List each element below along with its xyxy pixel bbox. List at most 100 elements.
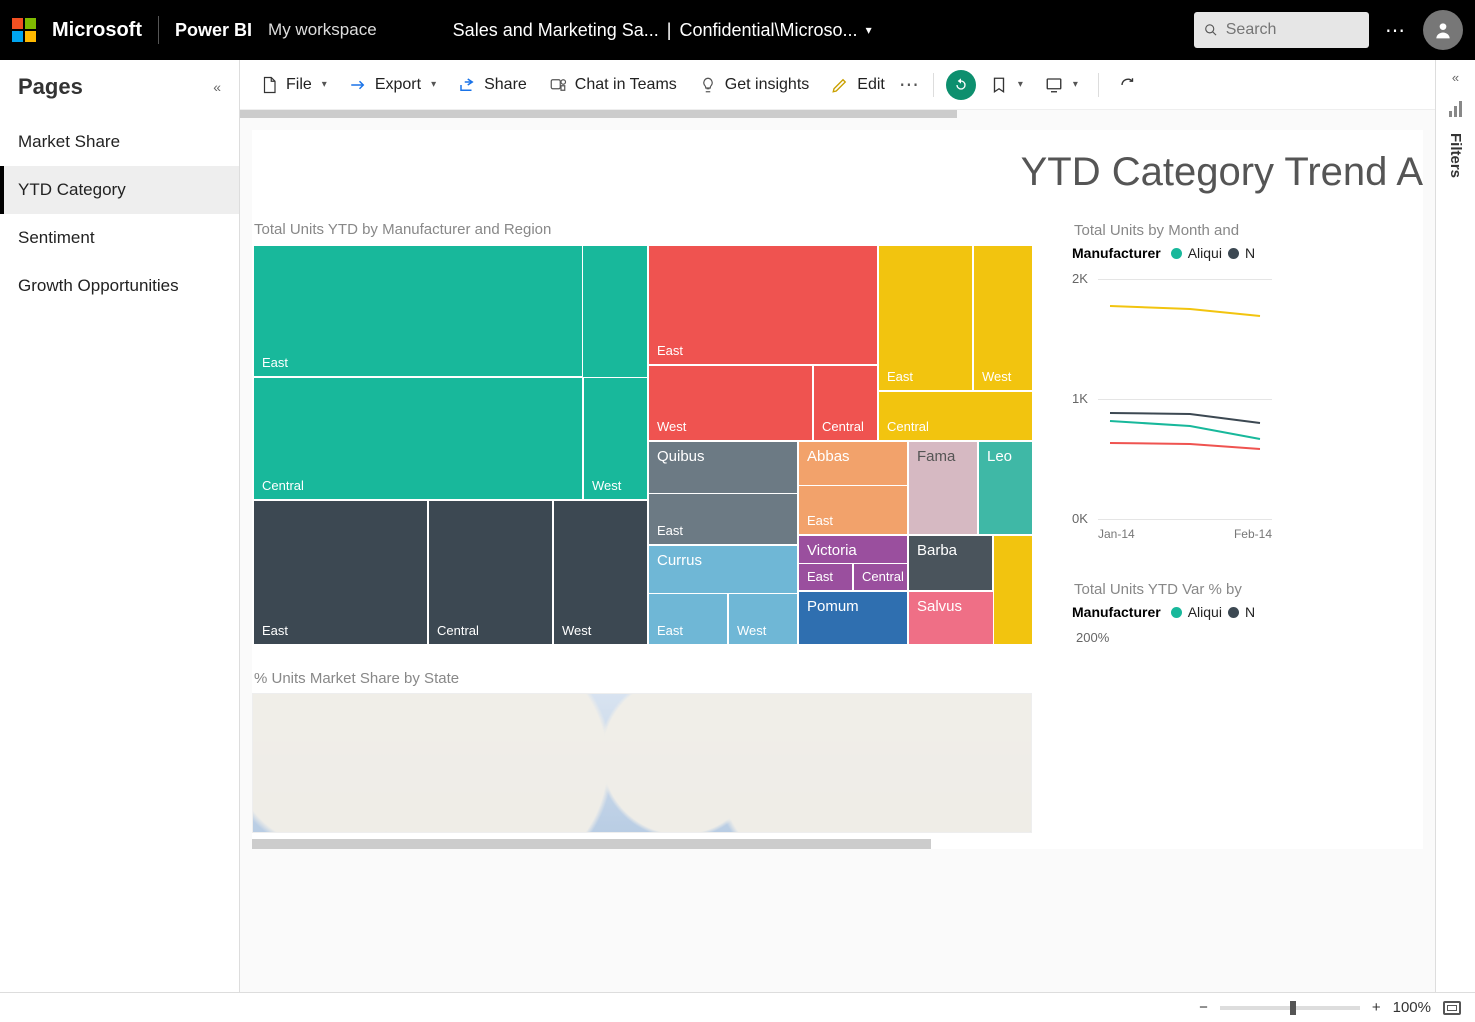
reset-button[interactable] — [946, 70, 976, 100]
report-name[interactable]: Sales and Marketing Sa... — [453, 20, 659, 41]
treemap-cell-pirum-central[interactable]: Central — [878, 391, 1033, 441]
file-label: File — [286, 76, 312, 94]
scrollbar-horizontal-bottom[interactable] — [252, 839, 931, 849]
chevron-down-icon[interactable]: ▾ — [866, 23, 872, 37]
collapse-pages-icon[interactable]: « — [213, 79, 221, 95]
refresh-button[interactable] — [1111, 70, 1145, 100]
treemap-cell-pirum-east[interactable]: East — [878, 245, 973, 391]
cell-label: West — [982, 369, 1011, 384]
treemap-cell-aliqui-west[interactable]: West — [648, 365, 813, 441]
insights-button[interactable]: Get insights — [691, 70, 817, 100]
treemap-cell-vanarsdel-central[interactable]: Central — [253, 377, 583, 500]
export-label: Export — [375, 76, 421, 94]
legend-item[interactable]: Aliqui — [1188, 604, 1222, 620]
cell-label: Central — [887, 419, 929, 434]
cell-label: West — [657, 419, 686, 434]
export-menu[interactable]: Export▾ — [341, 70, 444, 100]
treemap-cell-natura-central[interactable]: Central — [428, 500, 553, 645]
zoom-thumb[interactable] — [1290, 1001, 1296, 1015]
treemap-cell-victoria-central[interactable]: Central — [853, 563, 908, 591]
zoom-slider[interactable] — [1220, 1006, 1360, 1010]
treemap-cell-vanarsdel-east[interactable]: East — [253, 245, 583, 377]
legend-item[interactable]: N — [1245, 604, 1255, 620]
y-tick: 2K — [1072, 271, 1088, 286]
cell-label: East — [657, 343, 683, 358]
main-area: File▾ Export▾ Share Chat in Teams Get in… — [240, 60, 1435, 992]
treemap-cell-pomum[interactable]: Pomum — [798, 591, 908, 645]
edit-button[interactable]: Edit — [823, 70, 893, 100]
cell-label: Quibus — [657, 448, 705, 465]
treemap-cell-pirum-west[interactable]: West — [973, 245, 1033, 391]
cell-label: Central — [862, 569, 904, 584]
cell-label: West — [592, 478, 621, 493]
treemap-cell-natura-east[interactable]: East — [253, 500, 428, 645]
view-menu[interactable]: ▾ — [1037, 70, 1086, 100]
page-item-ytd-category[interactable]: YTD Category — [0, 166, 239, 214]
treemap-cell-barba[interactable]: Barba — [908, 535, 993, 591]
cell-label: Fama — [917, 448, 955, 465]
more-options-icon[interactable]: ⋯ — [1385, 18, 1407, 43]
cell-label: East — [807, 569, 833, 584]
zoom-level: 100% — [1393, 999, 1431, 1016]
share-button[interactable]: Share — [450, 70, 535, 100]
treemap-cell-currus-east[interactable]: East — [648, 593, 728, 645]
map-visual[interactable] — [252, 693, 1032, 833]
search-icon — [1204, 22, 1218, 38]
account-avatar[interactable] — [1423, 10, 1463, 50]
treemap-visual[interactable]: VanArsdel East Central West Natura East … — [252, 244, 1032, 644]
zoom-in-button[interactable]: + — [1372, 999, 1381, 1016]
treemap-cell-leo[interactable]: Leo — [978, 441, 1033, 535]
cell-label: Central — [437, 623, 479, 638]
treemap-cell-fama[interactable]: Fama — [908, 441, 978, 535]
treemap-cell-natura-west[interactable]: West — [553, 500, 648, 645]
zoom-out-button[interactable]: − — [1199, 999, 1208, 1016]
app-label[interactable]: Power BI — [175, 20, 252, 41]
search-input[interactable] — [1226, 21, 1359, 39]
page-item-sentiment[interactable]: Sentiment — [0, 214, 239, 262]
file-menu[interactable]: File▾ — [252, 70, 335, 100]
cell-label: Pomum — [807, 598, 859, 615]
treemap-cell-victoria-east[interactable]: East — [798, 563, 853, 591]
sensitivity-label[interactable]: Confidential\Microso... — [679, 20, 857, 41]
workspace-link[interactable]: My workspace — [268, 20, 377, 40]
cell-label: Abbas — [807, 448, 850, 465]
report-canvas[interactable]: YTD Category Trend A Total Units YTD by … — [240, 110, 1435, 992]
legend-swatch-icon — [1171, 607, 1182, 618]
map-title: % Units Market Share by State — [254, 670, 1423, 687]
cell-label: Central — [262, 478, 304, 493]
treemap-cell-salvus[interactable]: Salvus — [908, 591, 1003, 645]
legend-item[interactable]: Aliqui — [1188, 245, 1222, 261]
fit-to-page-icon[interactable] — [1443, 1001, 1461, 1015]
report-toolbar: File▾ Export▾ Share Chat in Teams Get in… — [240, 60, 1435, 110]
scrollbar-horizontal-top[interactable] — [240, 110, 957, 118]
legend-item[interactable]: N — [1245, 245, 1255, 261]
var-chart-legend[interactable]: Manufacturer Aliqui N — [1072, 604, 1302, 620]
page-item-growth[interactable]: Growth Opportunities — [0, 262, 239, 310]
bookmark-menu[interactable]: ▾ — [982, 70, 1031, 100]
cell-label: Salvus — [917, 598, 962, 615]
search-box[interactable] — [1194, 12, 1369, 48]
page-item-market-share[interactable]: Market Share — [0, 118, 239, 166]
treemap-cell-abbas-east[interactable]: East — [798, 485, 908, 535]
chat-teams-button[interactable]: Chat in Teams — [541, 70, 685, 100]
pages-title: Pages — [18, 74, 83, 100]
filters-pane-collapsed[interactable]: « Filters — [1435, 60, 1475, 992]
treemap-cell-currus-west[interactable]: West — [728, 593, 798, 645]
treemap-cell-misc[interactable] — [993, 535, 1033, 645]
person-icon — [1433, 20, 1453, 40]
linechart-title: Total Units by Month and — [1074, 222, 1302, 239]
treemap-cell-aliqui-east[interactable]: East — [648, 245, 878, 365]
treemap-cell-vanarsdel-west[interactable]: West — [583, 377, 648, 500]
treemap-cell-aliqui-central[interactable]: Central — [813, 365, 878, 441]
side-charts: Total Units by Month and Manufacturer Al… — [1072, 222, 1302, 645]
treemap-cell-quibus-east[interactable]: East — [648, 493, 798, 545]
legend-label: Manufacturer — [1072, 245, 1161, 261]
toolbar-more-icon[interactable]: ⋯ — [899, 72, 921, 97]
legend-swatch-icon — [1228, 607, 1239, 618]
legend-label: Manufacturer — [1072, 604, 1161, 620]
edit-label: Edit — [857, 76, 885, 94]
linechart-legend[interactable]: Manufacturer Aliqui N — [1072, 245, 1302, 261]
breadcrumb-sep: | — [667, 20, 672, 41]
line-chart-visual[interactable]: 2K 1K 0K Jan-14 — [1072, 271, 1272, 541]
expand-filters-icon[interactable]: « — [1452, 70, 1459, 85]
